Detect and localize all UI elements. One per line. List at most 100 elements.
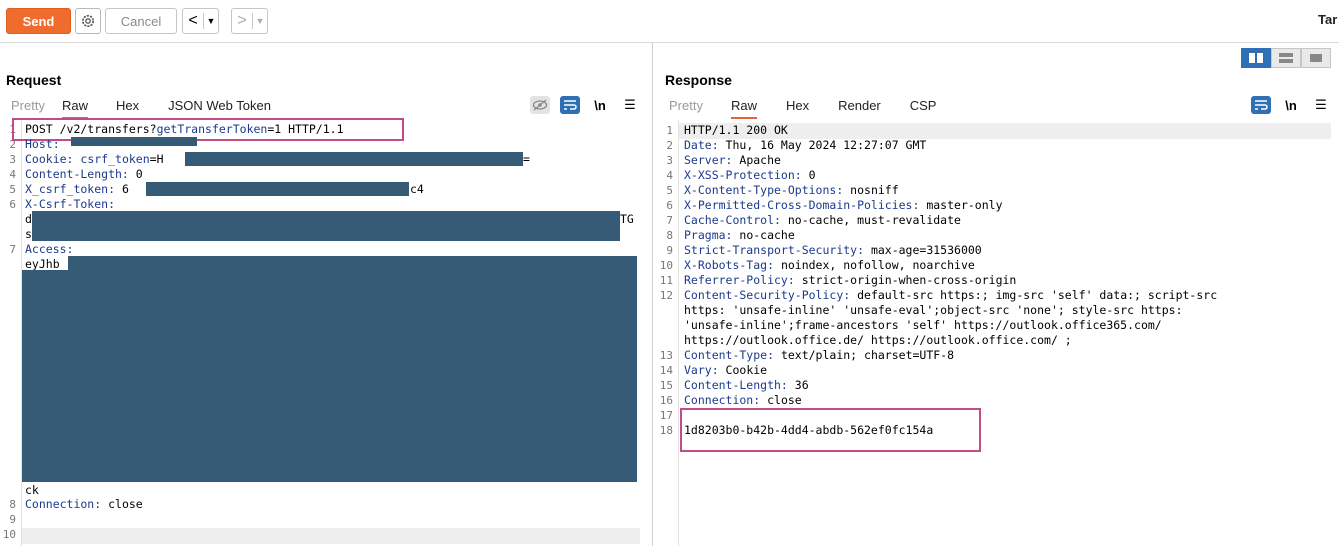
header-value: text/plain; charset=UTF-8 [774, 348, 955, 362]
response-header-line: Pragma: no-cache [684, 228, 795, 242]
redacted-block [32, 211, 620, 241]
connection-line: Connection: close [25, 497, 143, 511]
header-name: Strict-Transport-Security: [684, 243, 865, 257]
newline-icon[interactable]: \n [590, 96, 610, 114]
cookie-tail: = [523, 152, 530, 166]
header-value: max-age=31536000 [864, 243, 982, 257]
gutter-border [678, 120, 679, 546]
tab-json-web-token[interactable]: JSON Web Token [168, 98, 271, 119]
header-name: X_csrf_token: [25, 182, 116, 196]
response-header-line: Connection: close [684, 393, 802, 407]
header-name: Cookie: [25, 152, 74, 166]
response-header-line: Content-Security-Policy: default-src htt… [684, 288, 1217, 302]
response-tabs: Pretty Raw Hex Render CSP [669, 98, 936, 119]
layout-stacked-button[interactable] [1271, 48, 1301, 68]
tab-pretty[interactable]: Pretty [669, 98, 703, 119]
request-title: Request [6, 72, 62, 88]
forward-nav-group: > ▼ [231, 8, 268, 34]
header-value: 0 [135, 167, 143, 181]
layout-single-button[interactable] [1301, 48, 1331, 68]
header-value: Thu, 16 May 2024 12:27:07 GMT [718, 138, 927, 152]
tab-render[interactable]: Render [838, 98, 881, 119]
forward-history-dropdown[interactable]: ▼ [253, 16, 267, 26]
response-pane: Response Pretty Raw Hex Render CSP \n ☰ … [653, 43, 1339, 546]
response-header-line: X-XSS-Protection: 0 [684, 168, 816, 182]
line-number: 8 [9, 498, 16, 511]
line-number: 3 [666, 154, 673, 167]
tab-raw[interactable]: Raw [730, 98, 757, 119]
header-value-tail: c4 [410, 182, 424, 196]
line-number: 5 [9, 183, 16, 196]
response-editor[interactable]: 1 HTTP/1.1 200 OK 2 Date: Thu, 16 May 2024 … [653, 120, 1339, 546]
line-number: 10 [659, 259, 673, 272]
word-wrap-icon[interactable] [1251, 96, 1271, 114]
tab-pretty[interactable]: Pretty [11, 98, 45, 119]
header-name: Access: [25, 242, 74, 256]
redacted-block [185, 152, 523, 166]
header-value: 'unsafe-inline';frame-ancestors 'self' h… [684, 318, 1162, 332]
response-header-line: X-Permitted-Cross-Domain-Policies: maste… [684, 198, 1003, 212]
header-value: strict-origin-when-cross-origin [794, 273, 1017, 287]
header-name: X-XSS-Protection: [684, 168, 802, 182]
tab-raw[interactable]: Raw [61, 98, 88, 119]
header-value: d [25, 212, 32, 226]
layout-buttons [1241, 48, 1331, 68]
back-history-dropdown[interactable]: ▼ [204, 16, 218, 26]
header-value: Apache [732, 153, 781, 167]
header-name: Content-Security-Policy: [684, 288, 851, 302]
header-value: no-cache [732, 228, 795, 242]
request-editor[interactable]: 1 2 3 4 5 6 7 8 9 10 POST /v2/transfers?… [0, 118, 652, 546]
header-value: https: 'unsafe-inline' 'unsafe-eval';obj… [684, 303, 1183, 317]
line-number: 18 [659, 424, 673, 437]
chevron-right-icon[interactable]: > [232, 12, 252, 30]
menu-icon[interactable]: ☰ [1311, 96, 1331, 114]
target-label[interactable]: Tar [1318, 12, 1337, 27]
back-nav-group: < ▼ [182, 8, 219, 34]
redacted-block [146, 182, 409, 196]
response-body-line: 1d8203b0-b42b-4dd4-abdb-562ef0fc154a [684, 423, 933, 437]
send-button[interactable]: Send [6, 8, 71, 34]
header-value: noindex, nofollow, noarchive [774, 258, 975, 272]
word-wrap-icon[interactable] [560, 96, 580, 114]
header-name: Host: [25, 137, 60, 151]
response-token: 1d8203b0-b42b-4dd4-abdb-562ef0fc154a [684, 423, 934, 437]
settings-button[interactable] [75, 8, 101, 34]
header-value-tail: TG [620, 212, 634, 226]
line-number: 13 [659, 349, 673, 362]
layout-side-by-side-button[interactable] [1241, 48, 1271, 68]
current-line-highlight [22, 528, 640, 544]
response-header-line: X-Robots-Tag: noindex, nofollow, noarchi… [684, 258, 975, 272]
header-value: 0 [801, 168, 816, 182]
line-number: 9 [9, 513, 16, 526]
header-value: Cookie [718, 363, 768, 377]
header-value: close [108, 497, 143, 511]
header-value: master-only [919, 198, 1003, 212]
header-name: X-Content-Type-Options: [684, 183, 844, 197]
chevron-left-icon[interactable]: < [183, 12, 203, 30]
line-number: 14 [659, 364, 673, 377]
line-number: 1 [666, 124, 673, 137]
response-header-line: Cache-Control: no-cache, must-revalidate [684, 213, 961, 227]
header-name: X-Robots-Tag: [684, 258, 775, 272]
header-value: 36 [787, 378, 809, 392]
response-header-line: X-Content-Type-Options: nosniff [684, 183, 899, 197]
menu-icon[interactable]: ☰ [620, 96, 640, 114]
tab-hex[interactable]: Hex [116, 98, 139, 119]
toolbar: Send Cancel < ▼ > ▼ Tar [0, 0, 1339, 43]
tab-hex[interactable]: Hex [786, 98, 809, 119]
header-name: X-Permitted-Cross-Domain-Policies: [684, 198, 920, 212]
line-number: 6 [666, 199, 673, 212]
header-name: Server: [684, 153, 733, 167]
header-name: Content-Length: [684, 378, 788, 392]
hide-nonprintable-icon[interactable] [530, 96, 550, 114]
line-number: 8 [666, 229, 673, 242]
newline-icon[interactable]: \n [1281, 96, 1301, 114]
header-name: Vary: [684, 363, 719, 377]
tab-csp[interactable]: CSP [910, 98, 937, 119]
line-number: 2 [666, 139, 673, 152]
header-value: default-src https:; img-src 'self' data:… [850, 288, 1218, 302]
header-name: Referrer-Policy: [684, 273, 795, 287]
cancel-button[interactable]: Cancel [105, 8, 177, 34]
request-pane: Request Pretty Raw Hex JSON Web Token \n… [0, 43, 653, 546]
request-tabs: Pretty Raw Hex JSON Web Token [11, 98, 271, 119]
